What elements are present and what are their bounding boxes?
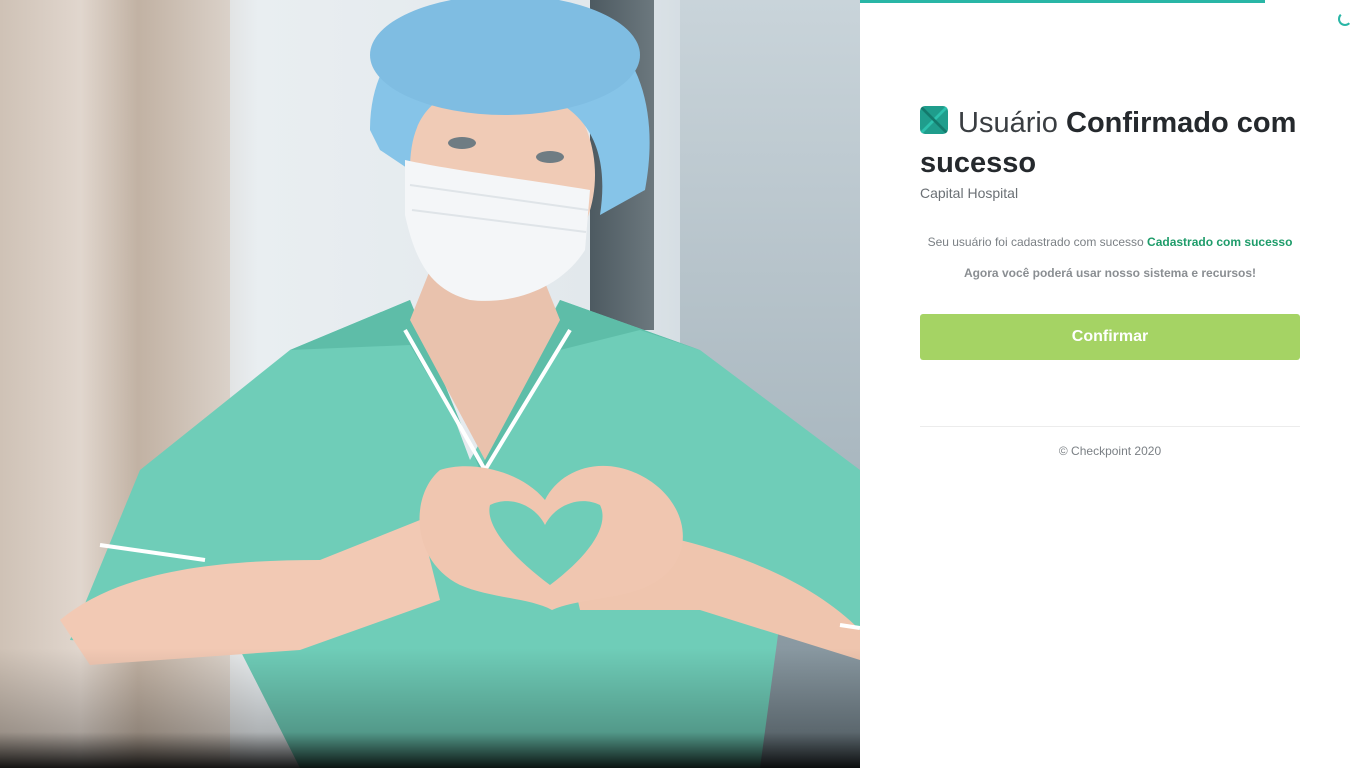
info-message: Agora você poderá usar nosso sistema e r… [963, 266, 1257, 280]
loading-spinner-icon [1338, 12, 1352, 26]
success-message: Seu usuário foi cadastrado com sucesso C… [920, 235, 1300, 249]
success-message-text: Seu usuário foi cadastrado com sucesso [927, 235, 1144, 249]
page-progress-bar [860, 0, 1265, 3]
confirmation-page: Usuário Confirmado com sucesso Capital H… [0, 0, 1360, 768]
title-light: Usuário [958, 107, 1058, 139]
divider [920, 426, 1300, 427]
copyright-footer: © Checkpoint 2020 [1058, 444, 1162, 458]
success-highlight: Cadastrado com sucesso [1147, 235, 1293, 249]
hospital-name: Capital Hospital [920, 185, 1019, 201]
confirmation-panel: Usuário Confirmado com sucesso Capital H… [860, 0, 1360, 768]
floor-shadow [0, 648, 860, 768]
checkpoint-logo-icon [920, 106, 948, 134]
hero-photo [0, 0, 860, 768]
confirm-button[interactable]: Confirmar [920, 314, 1300, 360]
page-title: Usuário Confirmado com sucesso [920, 103, 1300, 183]
confirmation-content: Usuário Confirmado com sucesso Capital H… [920, 103, 1300, 458]
